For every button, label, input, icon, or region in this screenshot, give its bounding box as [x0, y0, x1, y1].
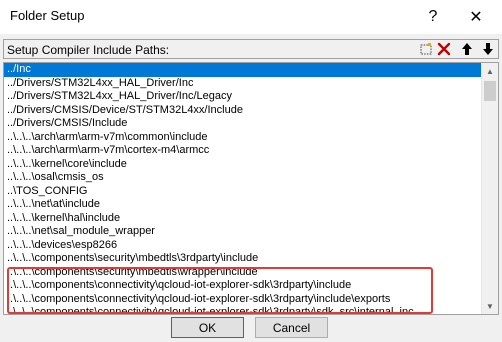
path-list-item[interactable]: ..\..\..\arch\arm\arm-v7m\common\include: [4, 131, 482, 145]
close-icon: ✕: [469, 9, 483, 26]
move-up-button[interactable]: [459, 41, 475, 57]
help-button[interactable]: ?: [413, 0, 453, 34]
window-title: Folder Setup: [10, 8, 85, 23]
path-list-item[interactable]: ..\..\..\net\sal_module_wrapper: [4, 225, 482, 239]
path-list-item[interactable]: ../Inc: [4, 63, 482, 77]
path-list-item[interactable]: ..\..\..\kernel\core\include: [4, 158, 482, 172]
title-bar: Folder Setup ? ✕: [0, 0, 502, 34]
scroll-thumb[interactable]: [484, 81, 496, 101]
path-list-item[interactable]: ../Drivers/STM32L4xx_HAL_Driver/Inc/Lega…: [4, 90, 482, 104]
ok-button[interactable]: OK: [171, 317, 244, 338]
path-list-item[interactable]: ../Drivers/STM32L4xx_HAL_Driver/Inc: [4, 77, 482, 91]
new-item-icon: [420, 43, 432, 55]
path-list-item[interactable]: ../Drivers/CMSIS/Device/ST/STM32L4xx/Inc…: [4, 104, 482, 118]
new-path-button[interactable]: [418, 41, 434, 57]
path-list-item[interactable]: ..\..\..\kernel\hal\include: [4, 212, 482, 226]
cancel-button[interactable]: Cancel: [255, 317, 328, 338]
close-button[interactable]: ✕: [456, 0, 496, 34]
include-paths-label: Setup Compiler Include Paths:: [7, 43, 170, 57]
path-list-item[interactable]: ../Drivers/CMSIS/Include: [4, 117, 482, 131]
move-down-button[interactable]: [480, 41, 496, 57]
delete-icon: [437, 42, 451, 56]
help-icon: ?: [428, 8, 438, 25]
path-list-item[interactable]: ..\..\..\devices\esp8266: [4, 239, 482, 253]
path-list-item[interactable]: ..\..\..\net\at\include: [4, 198, 482, 212]
scroll-down-arrow-icon[interactable]: ▼: [482, 298, 498, 314]
path-list-item[interactable]: ..\..\..\arch\arm\arm-v7m\cortex-m4\armc…: [4, 144, 482, 158]
vertical-scrollbar[interactable]: ▲ ▼: [481, 63, 498, 314]
annotation-highlight-box: [7, 267, 433, 314]
move-down-icon: [483, 43, 493, 55]
path-list-item[interactable]: ..\..\..\components\security\mbedtls\3rd…: [4, 252, 482, 266]
delete-path-button[interactable]: [436, 41, 452, 57]
path-list-item[interactable]: ..\..\..\osal\cmsis_os: [4, 171, 482, 185]
include-paths-header: Setup Compiler Include Paths:: [3, 39, 499, 59]
scroll-up-arrow-icon[interactable]: ▲: [482, 63, 498, 79]
path-list-item[interactable]: ..\TOS_CONFIG: [4, 185, 482, 199]
move-up-icon: [462, 43, 472, 55]
